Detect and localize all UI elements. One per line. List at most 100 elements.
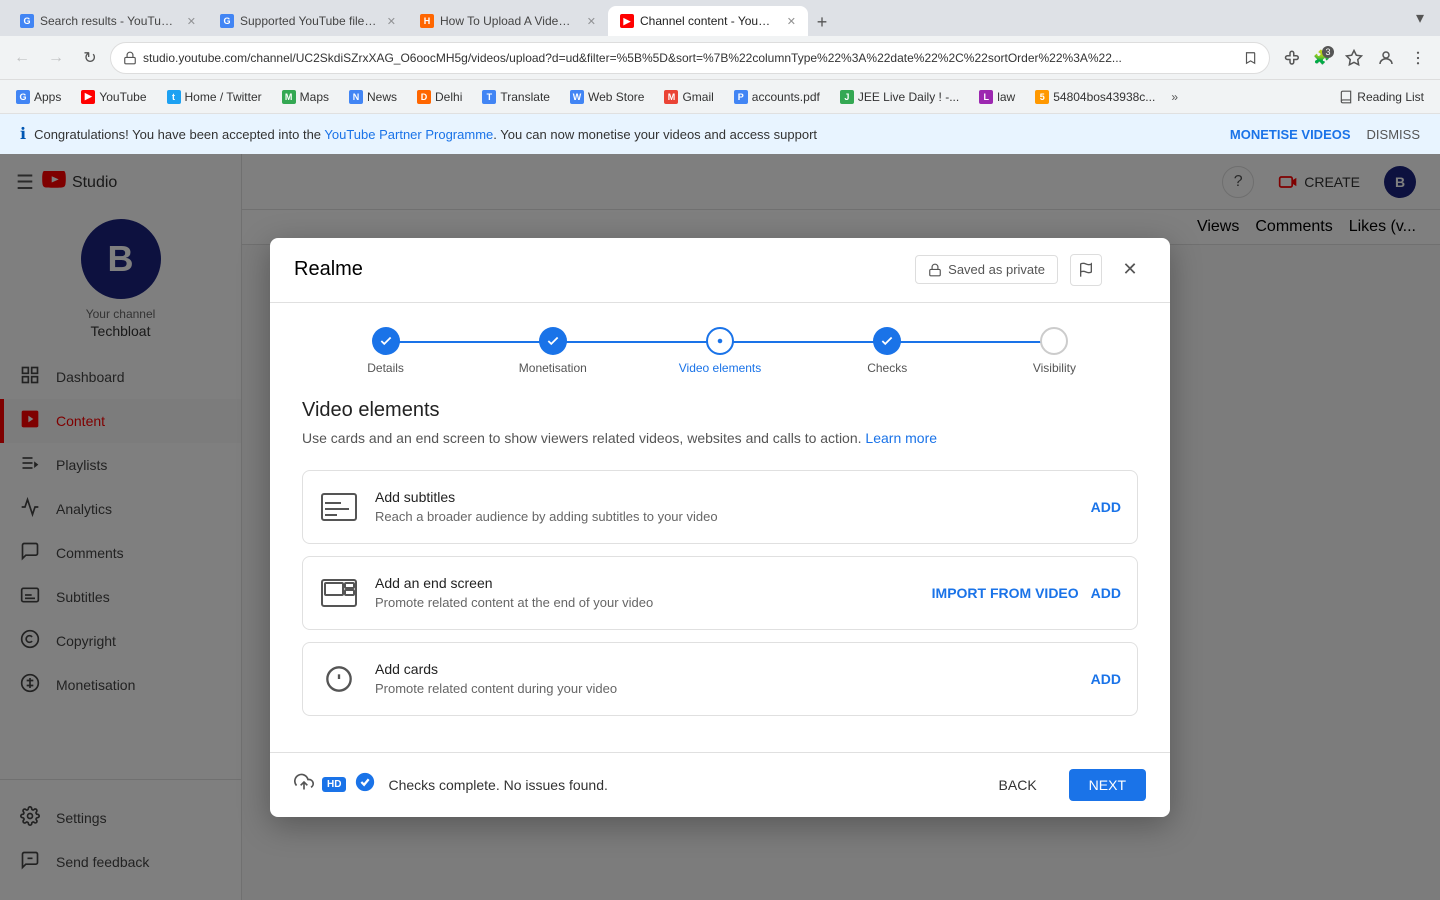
bookmark-law[interactable]: L law (971, 86, 1023, 108)
tab-2[interactable]: G Supported YouTube file forma... ✕ (208, 6, 408, 36)
address-bar[interactable]: studio.youtube.com/channel/UC2SkdiSZrxXA… (110, 42, 1270, 74)
bookmark-youtube-label: YouTube (99, 90, 146, 104)
address-text: studio.youtube.com/channel/UC2SkdiSZrxXA… (143, 51, 1237, 65)
dialog-content: Video elements Use cards and an end scre… (270, 375, 1170, 752)
lock-icon (123, 51, 137, 65)
cards-element-icon (319, 659, 359, 699)
bookmark-translate-favicon: T (482, 90, 496, 104)
learn-more-link[interactable]: Learn more (865, 430, 937, 446)
bookmark-maps[interactable]: M Maps (274, 86, 337, 108)
tab-3-close[interactable]: ✕ (587, 15, 596, 28)
main-layout: ☰ Studio B Your channel Techbloat Dashbo… (0, 154, 1440, 900)
bookmark-54804[interactable]: 5 54804bos43938c... (1027, 86, 1163, 108)
bookmark-translate[interactable]: T Translate (474, 86, 558, 108)
bookmark-gmail[interactable]: M Gmail (656, 86, 721, 108)
content-area: ? CREATE B Views Comments Likes (v... Re… (242, 154, 1440, 900)
bookmark-webstore[interactable]: W Web Store (562, 86, 652, 108)
step-circle-video-elements (706, 327, 734, 355)
bookmark-webstore-label: Web Store (588, 90, 644, 104)
end-screen-element-icon (319, 573, 359, 613)
end-screen-svg-icon (321, 579, 357, 607)
section-title: Video elements (302, 399, 1138, 422)
bookmark-twitter-label: Home / Twitter (185, 90, 262, 104)
cards-desc: Promote related content during your vide… (375, 681, 1075, 696)
extensions-icon[interactable] (1276, 44, 1304, 72)
upload-icon (294, 772, 314, 797)
bookmark-news-label: News (367, 90, 397, 104)
subtitles-add-button[interactable]: ADD (1091, 499, 1121, 515)
tab-4-close[interactable]: ✕ (787, 15, 796, 28)
bookmark-apps[interactable]: G Apps (8, 86, 69, 108)
star-icon[interactable] (1340, 44, 1368, 72)
bookmark-apps-label: Apps (34, 90, 61, 104)
step-checks: Checks (804, 327, 971, 375)
subtitles-actions: ADD (1091, 499, 1121, 515)
browser-tab-bar: G Search results - YouTube Help ✕ G Supp… (0, 0, 1440, 36)
bookmark-pdf[interactable]: P accounts.pdf (726, 86, 828, 108)
cards-actions: ADD (1091, 671, 1121, 687)
browser-toolbar: ← → ↻ studio.youtube.com/channel/UC2Skdi… (0, 36, 1440, 80)
bookmark-twitter[interactable]: t Home / Twitter (159, 86, 270, 108)
bookmark-pdf-label: accounts.pdf (752, 90, 820, 104)
notification-info-icon: ℹ (20, 124, 26, 144)
cards-element-info: Add cards Promote related content during… (375, 661, 1075, 696)
back-button-dialog[interactable]: BACK (979, 769, 1057, 801)
dismiss-notification-button[interactable]: DISMISS (1367, 127, 1420, 142)
notification-link[interactable]: YouTube Partner Programme (324, 127, 493, 142)
menu-dots-icon[interactable] (1404, 44, 1432, 72)
reading-list-button[interactable]: Reading List (1331, 86, 1432, 108)
cards-title: Add cards (375, 661, 1075, 677)
dialog-close-button[interactable]: ✕ (1114, 254, 1146, 286)
tab-4[interactable]: ▶ Channel content - YouTube Stu... ✕ (608, 6, 808, 36)
forward-button[interactable]: → (42, 44, 70, 72)
tab-1-title: Search results - YouTube Help (40, 14, 177, 28)
bookmark-news[interactable]: N News (341, 86, 405, 108)
step-label-visibility: Visibility (1033, 361, 1076, 375)
tab-1[interactable]: G Search results - YouTube Help ✕ (8, 6, 208, 36)
back-button[interactable]: ← (8, 44, 36, 72)
extensions-count-icon[interactable]: 🧩 3 (1308, 44, 1336, 72)
end-screen-title: Add an end screen (375, 575, 916, 591)
check-circle-svg (354, 771, 376, 793)
bookmark-maps-favicon: M (282, 90, 296, 104)
bookmark-delhi-favicon: D (417, 90, 431, 104)
end-screen-actions: IMPORT FROM VIDEO ADD (932, 585, 1121, 601)
end-screen-add-button[interactable]: ADD (1091, 585, 1121, 601)
tab-3[interactable]: H How To Upload A Video To You... ✕ (408, 6, 608, 36)
end-screen-element-row: Add an end screen Promote related conten… (302, 556, 1138, 630)
tab-2-title: Supported YouTube file forma... (240, 14, 377, 28)
dialog-overlay: Realme Saved as private ✕ (242, 154, 1440, 900)
reload-button[interactable]: ↻ (76, 44, 104, 72)
tab-4-title: Channel content - YouTube Stu... (640, 14, 777, 28)
bookmark-delhi[interactable]: D Delhi (409, 86, 470, 108)
saved-private-badge: Saved as private (915, 255, 1058, 284)
import-from-video-button[interactable]: IMPORT FROM VIDEO (932, 585, 1079, 601)
step-video-elements: Video elements (636, 327, 803, 375)
bookmarks-more[interactable]: » (1171, 90, 1178, 104)
bookmarks-bar: G Apps ▶ YouTube t Home / Twitter M Maps… (0, 80, 1440, 114)
flag-icon (1078, 262, 1094, 278)
flag-button[interactable] (1070, 254, 1102, 286)
tab-strip-more[interactable]: ▾ (1408, 6, 1432, 30)
bookmark-delhi-label: Delhi (435, 90, 462, 104)
dialog: Realme Saved as private ✕ (270, 238, 1170, 817)
tab-2-close[interactable]: ✕ (387, 15, 396, 28)
bookmark-54804-label: 54804bos43938c... (1053, 90, 1155, 104)
subtitles-element-row: Add subtitles Reach a broader audience b… (302, 470, 1138, 544)
bookmark-jee-label: JEE Live Daily ! -... (858, 90, 959, 104)
bookmark-jee[interactable]: J JEE Live Daily ! -... (832, 86, 967, 108)
new-tab-button[interactable]: + (808, 8, 836, 36)
tab-1-close[interactable]: ✕ (187, 15, 196, 28)
next-button-dialog[interactable]: NEXT (1069, 769, 1146, 801)
subtitles-desc: Reach a broader audience by adding subti… (375, 509, 1075, 524)
bookmark-jee-favicon: J (840, 90, 854, 104)
bookmark-youtube-favicon: ▶ (81, 90, 95, 104)
profile-icon[interactable] (1372, 44, 1400, 72)
circle-dot-icon (715, 336, 725, 346)
subtitles-element-icon (319, 487, 359, 527)
bookmark-youtube[interactable]: ▶ YouTube (73, 86, 154, 108)
cards-add-button[interactable]: ADD (1091, 671, 1121, 687)
lock-badge-icon (928, 263, 942, 277)
monetise-videos-button[interactable]: MONETISE VIDEOS (1230, 127, 1351, 142)
notification-bar: ℹ Congratulations! You have been accepte… (0, 114, 1440, 154)
